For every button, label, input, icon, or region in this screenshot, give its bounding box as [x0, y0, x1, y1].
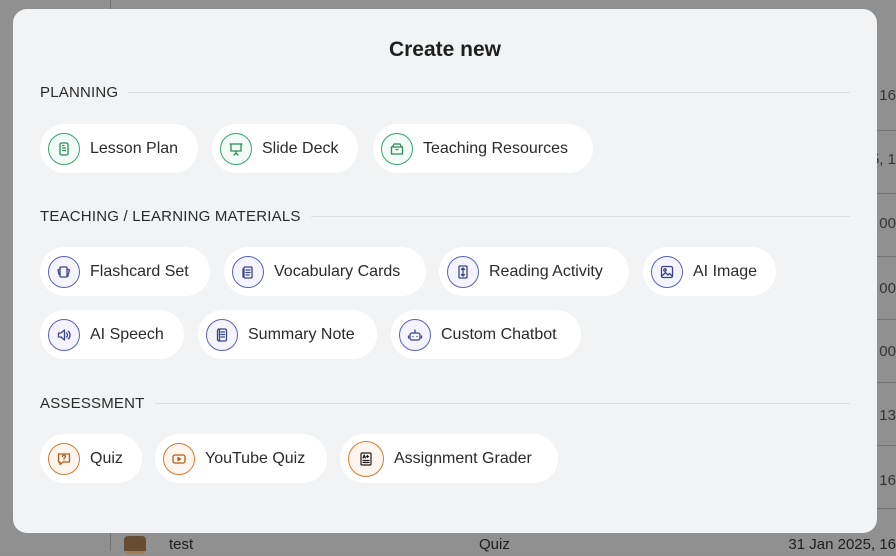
chip-label: Quiz [90, 449, 123, 467]
flashcards-icon [48, 255, 80, 288]
create-summary-note-button[interactable]: Summary Note [198, 310, 377, 359]
dialog-title: Create new [388, 38, 502, 61]
vocabulary-cards-icon [232, 255, 264, 288]
chip-label: Custom Chatbot [441, 325, 557, 343]
section-divider [154, 402, 850, 404]
quiz-bubble-icon [48, 442, 80, 475]
chip-label: Lesson Plan [90, 139, 179, 157]
create-custom-chatbot-button[interactable]: Custom Chatbot [391, 310, 581, 359]
chip-label: YouTube Quiz [205, 449, 306, 467]
chip-label: Slide Deck [262, 139, 339, 157]
create-quiz-button[interactable]: Quiz [40, 434, 142, 483]
section-divider [310, 215, 850, 217]
create-teaching-resources-button[interactable]: Teaching Resources [373, 124, 593, 173]
chip-label: Flashcard Set [90, 262, 189, 280]
create-ai-image-button[interactable]: AI Image [643, 247, 776, 296]
create-slide-deck-button[interactable]: Slide Deck [212, 124, 358, 173]
video-play-icon [163, 442, 195, 475]
create-flashcard-set-button[interactable]: Flashcard Set [40, 247, 210, 296]
section-label: ASSESSMENT [40, 394, 145, 412]
chip-label: Teaching Resources [423, 139, 568, 157]
robot-icon [399, 318, 431, 351]
create-new-dialog: Create new PLANNING Lesson Plan Slide De… [13, 9, 877, 533]
create-assignment-grader-button[interactable]: Assignment Grader [340, 434, 558, 483]
presentation-board-icon [220, 132, 252, 165]
section-label: PLANNING [40, 83, 119, 101]
notebook-icon [206, 318, 238, 351]
chip-label: AI Speech [90, 325, 164, 343]
create-youtube-quiz-button[interactable]: YouTube Quiz [155, 434, 327, 483]
chip-label: Reading Activity [489, 262, 603, 280]
section-header-assessment: ASSESSMENT [40, 393, 850, 413]
create-lesson-plan-button[interactable]: Lesson Plan [40, 124, 198, 173]
box-icon [381, 132, 413, 165]
create-ai-speech-button[interactable]: AI Speech [40, 310, 184, 359]
create-reading-activity-button[interactable]: Reading Activity [439, 247, 629, 296]
grade-sheet-icon [348, 440, 384, 477]
section-label: TEACHING / LEARNING MATERIALS [40, 207, 301, 225]
section-divider [128, 91, 850, 93]
chip-label: AI Image [693, 262, 758, 280]
reading-icon [447, 255, 479, 288]
chip-label: Summary Note [248, 325, 355, 343]
image-icon [651, 255, 683, 288]
document-icon [48, 132, 80, 165]
section-header-materials: TEACHING / LEARNING MATERIALS [40, 206, 850, 226]
section-header-planning: PLANNING [40, 82, 850, 102]
create-vocabulary-cards-button[interactable]: Vocabulary Cards [224, 247, 426, 296]
chip-label: Assignment Grader [394, 449, 532, 467]
speaker-icon [48, 318, 80, 351]
chip-label: Vocabulary Cards [274, 262, 401, 280]
